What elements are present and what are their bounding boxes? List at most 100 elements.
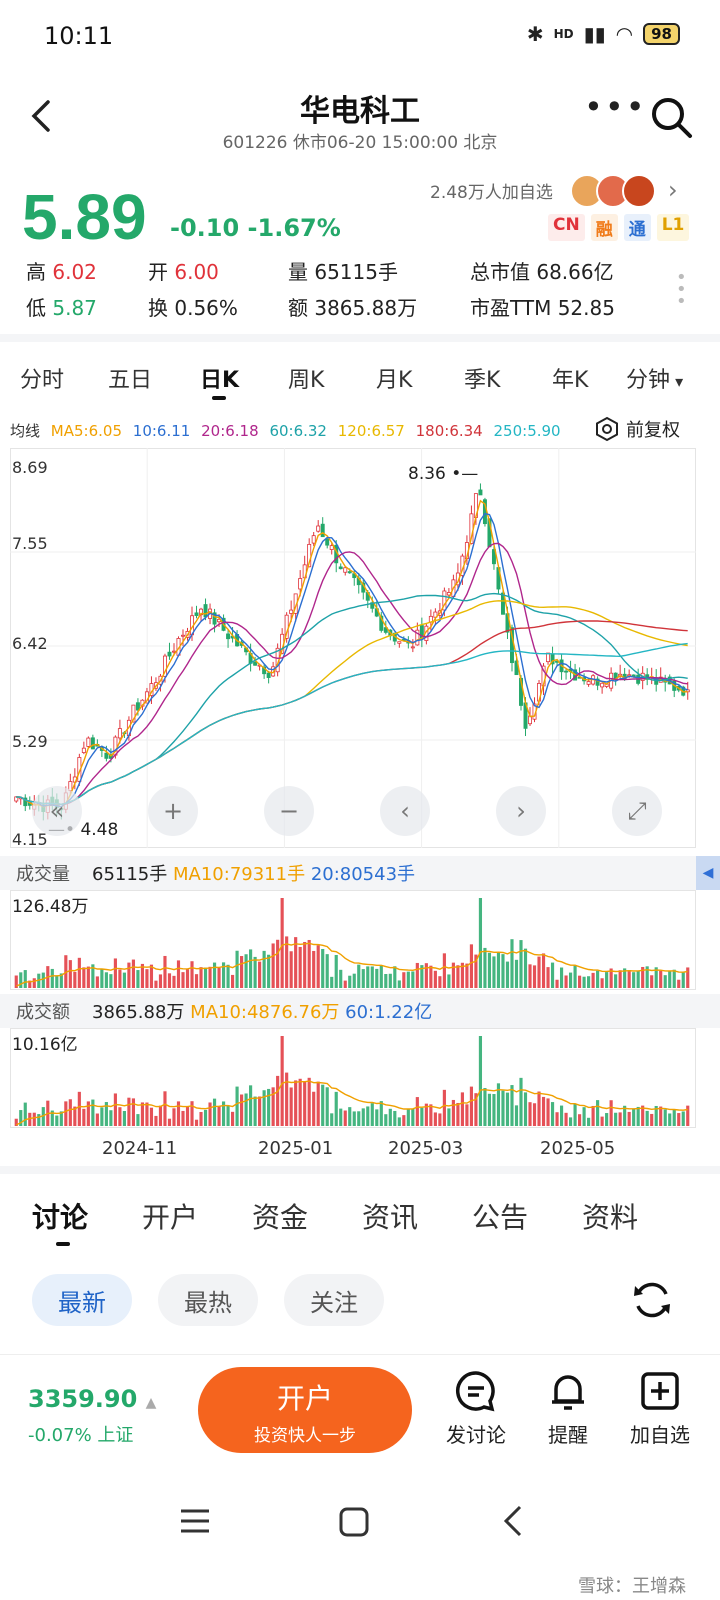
volume-bar xyxy=(68,960,72,988)
volume-bar xyxy=(523,948,528,988)
post-discussion-button[interactable]: 发讨论 xyxy=(436,1369,516,1448)
search-icon[interactable] xyxy=(648,94,694,140)
high-annotation: 8.36 •— xyxy=(408,464,479,484)
volume-bar xyxy=(154,980,158,988)
collapse-arrow-icon[interactable]: ◀ xyxy=(696,856,720,890)
volume-bar xyxy=(167,973,172,988)
tab-announcements[interactable]: 公告 xyxy=(472,1196,528,1236)
avatar xyxy=(622,174,656,208)
index-value[interactable]: 3359.90 ▲ xyxy=(28,1385,156,1413)
volume-bar xyxy=(235,950,239,988)
tab-weekly-k[interactable]: 周K xyxy=(288,362,324,394)
volume-bar xyxy=(686,1105,690,1126)
open-account-sublabel: 投资快人一步 xyxy=(254,1426,356,1446)
stat-pe: 市盈TTM 52.85 xyxy=(470,296,615,320)
volume-bar xyxy=(343,1110,347,1126)
filter-latest[interactable]: 最新 xyxy=(32,1274,132,1326)
volume-bar xyxy=(600,1116,604,1126)
volume-bar xyxy=(249,1085,253,1126)
tab-intraday[interactable]: 分时 xyxy=(20,362,64,394)
zoom-in-icon[interactable]: + xyxy=(148,786,198,836)
fullscreen-icon[interactable]: ⤢ xyxy=(612,786,662,836)
status-time: 10:11 xyxy=(44,22,114,50)
tab-5day[interactable]: 五日 xyxy=(108,362,152,394)
volume-bar xyxy=(289,1087,293,1126)
volume-bar xyxy=(600,978,604,988)
ma120: 120:6.57 xyxy=(337,422,405,440)
tab-quarterly-k[interactable]: 季K xyxy=(464,362,500,394)
ma-line-60 xyxy=(16,592,688,806)
volume-bar xyxy=(370,1103,374,1126)
volume-bar xyxy=(325,954,329,988)
volume-bar xyxy=(379,1101,383,1126)
volume-bar xyxy=(343,980,347,988)
alert-button[interactable]: 提醒 xyxy=(528,1369,608,1448)
tab-profile[interactable]: 资料 xyxy=(582,1196,638,1236)
volume-bar xyxy=(352,1111,356,1126)
tab-daily-k[interactable]: 日K xyxy=(200,362,239,394)
back-icon[interactable] xyxy=(498,1504,528,1538)
volume-bar xyxy=(627,1111,631,1126)
volume-bar xyxy=(289,951,293,988)
pan-right-icon[interactable]: › xyxy=(496,786,546,836)
volume-bar xyxy=(438,976,442,988)
candle-body xyxy=(320,523,325,538)
volume-bar xyxy=(158,974,163,988)
tab-discuss[interactable]: 讨论 xyxy=(32,1196,88,1236)
volume-bar xyxy=(267,954,271,988)
volume-bar xyxy=(181,972,185,988)
filter-following[interactable]: 关注 xyxy=(284,1274,384,1326)
volume-bar xyxy=(681,972,685,988)
adjust-toggle[interactable]: 前复权 xyxy=(594,416,680,442)
volume-bar xyxy=(298,946,302,988)
pan-left-icon[interactable]: ‹ xyxy=(380,786,430,836)
chevron-right-icon[interactable]: › xyxy=(668,176,678,204)
price-axis-label: 4.15 xyxy=(12,830,48,849)
more-stats-icon[interactable]: • • • xyxy=(676,269,687,311)
chat-icon xyxy=(456,1371,495,1412)
add-watchlist-button[interactable]: 加自选 xyxy=(620,1369,700,1448)
tab-monthly-k[interactable]: 月K xyxy=(376,362,412,394)
volume-bar xyxy=(550,1102,555,1126)
volume-bar xyxy=(672,969,676,988)
tab-yearly-k[interactable]: 年K xyxy=(552,362,588,394)
follower-avatars[interactable] xyxy=(570,174,656,208)
tab-news[interactable]: 资讯 xyxy=(362,1196,418,1236)
refresh-icon[interactable] xyxy=(630,1278,674,1322)
followers-count[interactable]: 2.48万人加自选 xyxy=(430,178,553,203)
volume-bar xyxy=(568,972,573,988)
tab-funds[interactable]: 资金 xyxy=(252,1196,308,1236)
volume-bar xyxy=(618,970,622,988)
volume-bar xyxy=(582,976,586,988)
tab-minute[interactable]: 分钟 ▾ xyxy=(626,362,683,394)
stat-high: 高 6.02 xyxy=(26,260,97,284)
menu-icon[interactable] xyxy=(178,1506,212,1536)
price-axis-label: 6.42 xyxy=(12,634,48,653)
wifi-icon: ◠ xyxy=(615,22,634,46)
ma-line-5 xyxy=(16,499,688,809)
ma-legend: 均线 MA5:6.05 10:6.11 20:6.18 60:6.32 120:… xyxy=(10,420,567,441)
volume-bar xyxy=(406,1108,410,1126)
volume-bar xyxy=(555,979,559,988)
volume-bar xyxy=(663,1109,667,1126)
tab-open-account[interactable]: 开户 xyxy=(142,1196,198,1236)
candlestick-chart[interactable] xyxy=(10,448,696,848)
volume-bar xyxy=(339,1108,343,1126)
filter-hot[interactable]: 最热 xyxy=(158,1274,258,1326)
divider xyxy=(0,334,720,342)
volume-bar xyxy=(645,1110,649,1126)
candle-body xyxy=(194,612,199,616)
volume-bar xyxy=(167,1118,172,1126)
volume-bar xyxy=(339,969,343,988)
volume-bar xyxy=(122,972,126,988)
open-account-button[interactable]: 开户 投资快人一步 xyxy=(198,1367,412,1453)
volume-bar xyxy=(348,1107,352,1126)
scroll-left-icon[interactable]: « xyxy=(32,786,82,836)
more-icon[interactable]: ••• xyxy=(584,88,647,126)
volume-bar xyxy=(352,973,356,988)
volume-bar xyxy=(303,941,307,988)
home-icon[interactable] xyxy=(338,1506,370,1538)
volume-bar xyxy=(681,1111,685,1126)
zoom-out-icon[interactable]: − xyxy=(264,786,314,836)
volume-bar xyxy=(550,962,555,988)
